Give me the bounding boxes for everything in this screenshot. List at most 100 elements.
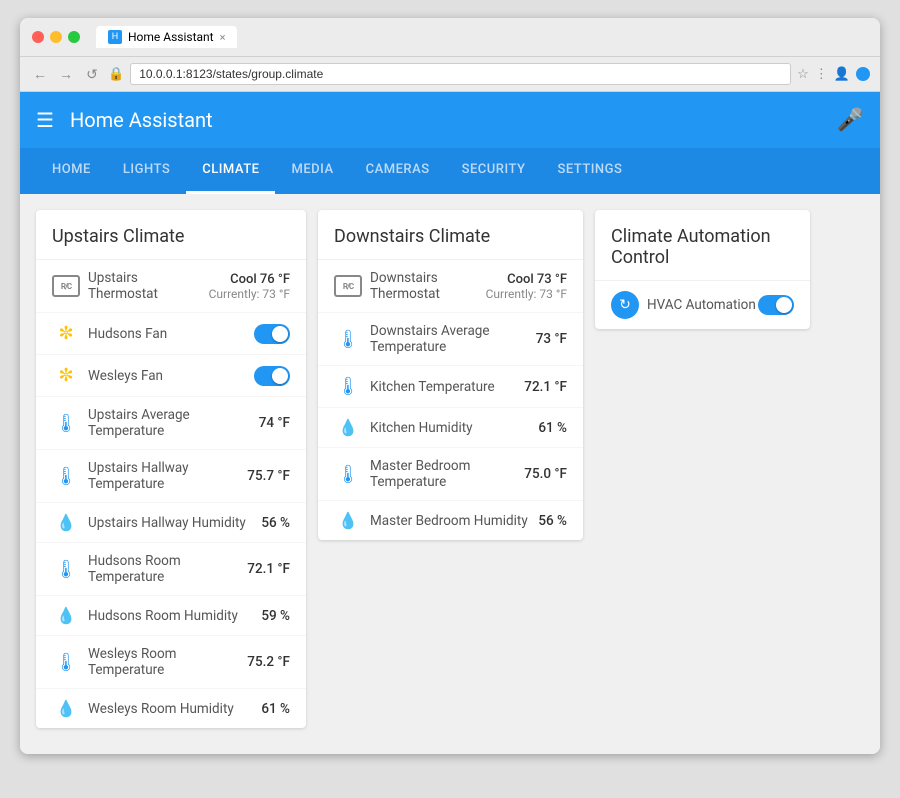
upstairs-avg-temp-row[interactable]: 🌡 Upstairs Average Temperature 74 °F — [36, 397, 306, 450]
upstairs-hallway-temp-value: 75.7 °F — [247, 468, 290, 484]
lock-icon: 🔒 — [108, 67, 124, 82]
upstairs-thermostat-value: Cool 76 °F Currently: 73 °F — [209, 272, 290, 301]
master-bedroom-humidity-value: 56 % — [538, 513, 567, 529]
downstairs-avg-temp-value: 73 °F — [536, 331, 567, 347]
wesleys-fan-row[interactable]: ✼ Wesleys Fan — [36, 355, 306, 397]
downstairs-avg-temp-name: Downstairs Average Temperature — [370, 323, 536, 355]
downstairs-thermostat-value: Cool 73 °F Currently: 73 °F — [486, 272, 567, 301]
tab-security[interactable]: SECURITY — [446, 148, 542, 194]
nav-tabs: HOME LIGHTS CLIMATE MEDIA CAMERAS SECURI… — [20, 148, 880, 194]
hvac-automation-name: HVAC Automation — [647, 297, 758, 313]
wesleys-room-temp-name: Wesleys Room Temperature — [88, 646, 247, 678]
tab-media[interactable]: MEDIA — [275, 148, 349, 194]
refresh-button[interactable]: ↺ — [82, 64, 102, 84]
downstairs-thermostat-cool: Cool 73 °F — [507, 272, 567, 287]
downstairs-thermostat-current: Currently: 73 °F — [486, 287, 567, 301]
tab-title: Home Assistant — [128, 30, 214, 44]
wesleys-fan-toggle[interactable] — [254, 366, 290, 386]
downstairs-card-title: Downstairs Climate — [318, 210, 583, 260]
wesleys-fan-name: Wesleys Fan — [88, 368, 254, 384]
fan-icon: ✼ — [52, 323, 80, 344]
upstairs-hallway-humidity-name: Upstairs Hallway Humidity — [88, 515, 261, 531]
temp-icon-4: 🌡 — [52, 652, 80, 673]
menu-icon: ⋮ — [815, 67, 828, 82]
address-bar: ← → ↺ 🔒 ☆ ⋮ 👤 — [20, 57, 880, 92]
wesleys-room-humidity-row[interactable]: 💧 Wesleys Room Humidity 61 % — [36, 689, 306, 728]
humidity-icon-2: 💧 — [52, 606, 80, 625]
master-bedroom-temp-name: Master Bedroom Temperature — [370, 458, 524, 490]
downstairs-avg-temp-row[interactable]: 🌡 Downstairs Average Temperature 73 °F — [318, 313, 583, 366]
wesleys-room-humidity-name: Wesleys Room Humidity — [88, 701, 261, 717]
temp-icon-d2: 🌡 — [334, 376, 362, 397]
app-title: Home Assistant — [70, 108, 837, 132]
tab-cameras[interactable]: CAMERAS — [350, 148, 446, 194]
upstairs-hallway-humidity-row[interactable]: 💧 Upstairs Hallway Humidity 56 % — [36, 503, 306, 543]
wesleys-room-temp-row[interactable]: 🌡 Wesleys Room Temperature 75.2 °F — [36, 636, 306, 689]
hudsons-fan-name: Hudsons Fan — [88, 326, 254, 342]
tab-lights[interactable]: LIGHTS — [107, 148, 186, 194]
upstairs-thermostat-name: Upstairs Thermostat — [88, 270, 209, 302]
hamburger-menu[interactable]: ☰ — [36, 108, 54, 132]
upstairs-avg-temp-name: Upstairs Average Temperature — [88, 407, 259, 439]
url-input[interactable] — [130, 63, 791, 85]
downstairs-thermostat-row[interactable]: R/C Downstairs Thermostat Cool 73 °F Cur… — [318, 260, 583, 313]
humidity-icon-3: 💧 — [52, 699, 80, 718]
tab-climate[interactable]: CLIMATE — [186, 148, 275, 194]
tab-home[interactable]: HOME — [36, 148, 107, 194]
upstairs-hallway-humidity-value: 56 % — [261, 515, 290, 531]
hudsons-fan-row[interactable]: ✼ Hudsons Fan — [36, 313, 306, 355]
hudsons-room-humidity-row[interactable]: 💧 Hudsons Room Humidity 59 % — [36, 596, 306, 636]
tab-favicon: H — [108, 30, 122, 44]
humidity-icon-d2: 💧 — [334, 511, 362, 530]
kitchen-humidity-row[interactable]: 💧 Kitchen Humidity 61 % — [318, 408, 583, 448]
browser-tab[interactable]: H Home Assistant × — [96, 26, 237, 48]
back-button[interactable]: ← — [30, 64, 50, 84]
automation-card-title: Climate Automation Control — [595, 210, 810, 281]
minimize-button[interactable] — [50, 31, 62, 43]
wesleys-room-temp-value: 75.2 °F — [247, 654, 290, 670]
automation-card: Climate Automation Control ↻ HVAC Automa… — [595, 210, 810, 329]
bookmark-icon: ☆ — [797, 67, 809, 82]
browser-window: H Home Assistant × ← → ↺ 🔒 ☆ ⋮ 👤 ☰ Home … — [20, 18, 880, 754]
humidity-icon: 💧 — [52, 513, 80, 532]
kitchen-humidity-value: 61 % — [538, 420, 567, 436]
browser-titlebar: H Home Assistant × — [20, 18, 880, 57]
temp-icon-3: 🌡 — [52, 559, 80, 580]
kitchen-temp-value: 72.1 °F — [524, 379, 567, 395]
ha-status-icon — [856, 67, 870, 81]
upstairs-hallway-temp-row[interactable]: 🌡 Upstairs Hallway Temperature 75.7 °F — [36, 450, 306, 503]
app-header: ☰ Home Assistant 🎤 — [20, 92, 880, 148]
toggle-knob — [272, 326, 288, 342]
wesleys-room-humidity-value: 61 % — [261, 701, 290, 717]
upstairs-hallway-temp-name: Upstairs Hallway Temperature — [88, 460, 247, 492]
hudsons-room-humidity-value: 59 % — [261, 608, 290, 624]
close-button[interactable] — [32, 31, 44, 43]
forward-button[interactable]: → — [56, 64, 76, 84]
temp-icon-d1: 🌡 — [334, 329, 362, 350]
mic-icon[interactable]: 🎤 — [837, 108, 864, 133]
hvac-automation-row[interactable]: ↻ HVAC Automation — [595, 281, 810, 329]
temp-icon-2: 🌡 — [52, 466, 80, 487]
upstairs-thermostat-current: Currently: 73 °F — [209, 287, 290, 301]
hvac-toggle-knob — [776, 297, 792, 313]
downstairs-thermostat-name: Downstairs Thermostat — [370, 270, 486, 302]
master-bedroom-temp-value: 75.0 °F — [524, 466, 567, 482]
toggle-knob-2 — [272, 368, 288, 384]
master-bedroom-temp-row[interactable]: 🌡 Master Bedroom Temperature 75.0 °F — [318, 448, 583, 501]
traffic-lights — [32, 31, 80, 43]
temp-icon: 🌡 — [52, 413, 80, 434]
ac-icon: R/C — [52, 275, 80, 297]
hudsons-room-temp-row[interactable]: 🌡 Hudsons Room Temperature 72.1 °F — [36, 543, 306, 596]
fan-icon-2: ✼ — [52, 365, 80, 386]
master-bedroom-humidity-row[interactable]: 💧 Master Bedroom Humidity 56 % — [318, 501, 583, 540]
tab-settings[interactable]: SETTINGS — [541, 148, 638, 194]
upstairs-thermostat-row[interactable]: R/C Upstairs Thermostat Cool 76 °F Curre… — [36, 260, 306, 313]
upstairs-card-title: Upstairs Climate — [36, 210, 306, 260]
hudsons-room-humidity-name: Hudsons Room Humidity — [88, 608, 261, 624]
tab-close-button[interactable]: × — [220, 31, 226, 44]
hudsons-fan-toggle[interactable] — [254, 324, 290, 344]
kitchen-temp-row[interactable]: 🌡 Kitchen Temperature 72.1 °F — [318, 366, 583, 408]
maximize-button[interactable] — [68, 31, 80, 43]
automation-icon: ↻ — [611, 291, 639, 319]
hvac-automation-toggle[interactable] — [758, 295, 794, 315]
